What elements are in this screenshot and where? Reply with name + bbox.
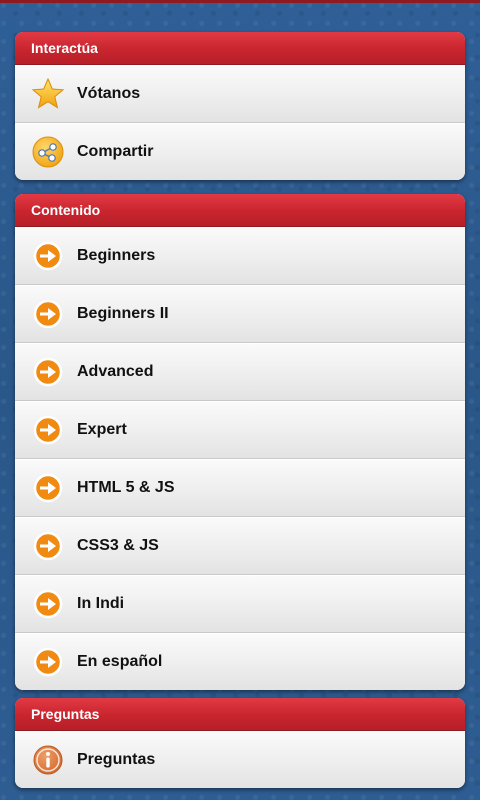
list-item-in-indi[interactable]: In Indi: [15, 575, 465, 633]
list-item-label: Vótanos: [77, 85, 141, 102]
arrow-right-icon: [32, 298, 64, 330]
list-item-label: CSS3 & JS: [77, 537, 159, 554]
list-item-label: Preguntas: [77, 751, 156, 768]
arrow-right-icon: [32, 530, 64, 562]
list-item-label: Advanced: [77, 363, 154, 380]
share-icon: [32, 136, 64, 168]
list-item-beginners[interactable]: Beginners: [15, 227, 465, 285]
arrow-right-icon: [32, 414, 64, 446]
list-item-preguntas[interactable]: Preguntas: [15, 731, 465, 788]
arrow-right-icon: [32, 356, 64, 388]
list-item-label: Beginners: [77, 247, 156, 264]
list-item-label: In Indi: [77, 595, 125, 612]
list-item-compartir[interactable]: Compartir: [15, 123, 465, 180]
list-item-votanos[interactable]: Vótanos: [15, 65, 465, 123]
list-item-html5-js[interactable]: HTML 5 & JS: [15, 459, 465, 517]
list-item-advanced[interactable]: Advanced: [15, 343, 465, 401]
section-header: Preguntas: [15, 698, 465, 731]
section-header: Interactúa: [15, 32, 465, 65]
list-item-en-espanol[interactable]: En español: [15, 633, 465, 690]
list-item-label: HTML 5 & JS: [77, 479, 175, 496]
section-preguntas: Preguntas Preguntas: [15, 698, 465, 788]
list-item-label: Beginners II: [77, 305, 169, 322]
top-bar-edge: [0, 0, 480, 3]
arrow-right-icon: [32, 472, 64, 504]
arrow-right-icon: [32, 240, 64, 272]
list-item-beginners-ii[interactable]: Beginners II: [15, 285, 465, 343]
list-item-label: Expert: [77, 421, 127, 438]
section-contenido: Contenido Beginners Beginners II Advance…: [15, 194, 465, 690]
arrow-right-icon: [32, 646, 64, 678]
star-icon: [31, 77, 65, 110]
info-icon: [32, 744, 64, 776]
list-item-label: Compartir: [77, 143, 154, 160]
section-header: Contenido: [15, 194, 465, 227]
section-interactua: Interactúa Vótanos Compartir: [15, 32, 465, 180]
list-item-expert[interactable]: Expert: [15, 401, 465, 459]
list-item-label: En español: [77, 653, 163, 670]
arrow-right-icon: [32, 588, 64, 620]
list-item-css3-js[interactable]: CSS3 & JS: [15, 517, 465, 575]
